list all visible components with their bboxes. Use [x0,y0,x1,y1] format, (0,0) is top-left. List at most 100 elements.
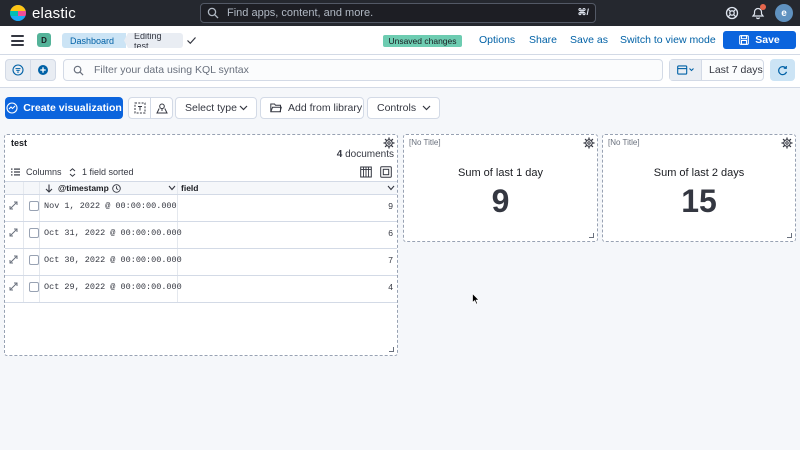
switch-to-view-mode-link[interactable]: Switch to view mode [620,34,716,46]
metric-panel-2-days[interactable]: [No Title] Sum of last 2 days 15 [602,134,796,242]
date-range-label[interactable]: Last 7 days [709,64,763,76]
column-header-field[interactable]: field [181,183,198,193]
sorted-fields-label: 1 field sorted [82,167,134,177]
expand-icon[interactable] [9,255,18,264]
metric-value: 9 [491,183,510,219]
resize-handle[interactable] [389,347,394,352]
refresh-button[interactable] [770,59,795,81]
create-visualization-label: Create visualization [23,102,122,114]
resize-handle[interactable] [589,233,594,238]
add-from-library-label: Add from library [288,102,363,114]
mouse-cursor-icon [472,293,480,305]
filter-menu-icon [12,64,24,76]
markdown-icon [134,102,146,114]
check-icon[interactable] [186,35,197,46]
controls-label: Controls [377,102,417,114]
breadcrumb-editing-test: Editing test [124,33,183,48]
save-as-link[interactable]: Save as [570,34,608,46]
table-row[interactable]: Oct 30, 2022 @ 00:00:00.000 7 [5,249,397,276]
resize-handle[interactable] [787,233,792,238]
table-row[interactable]: Nov 1, 2022 @ 00:00:00.000 9 [5,195,397,222]
notification-dot [760,4,766,10]
panel-title: [No Title] [608,138,640,147]
clock-icon [112,183,121,193]
kql-placeholder: Filter your data using KQL syntax [94,64,249,76]
query-bar: Filter your data using KQL syntax Last 7… [0,55,800,88]
add-from-library-button[interactable]: Add from library [260,97,364,119]
gear-icon[interactable] [781,137,793,149]
timestamp-cell: Oct 29, 2022 @ 00:00:00.000 [44,282,182,292]
panel-title: [No Title] [409,138,441,147]
select-type-button[interactable]: Select type [175,97,257,119]
row-checkbox[interactable] [29,255,39,265]
expand-icon[interactable] [9,201,18,210]
saved-search-panel[interactable]: test 4 documents Columns 1 field sorted … [4,134,398,356]
save-icon [739,35,750,45]
quick-add-group [128,97,173,119]
expand-icon[interactable] [9,282,18,291]
gear-icon[interactable] [583,137,595,149]
metric-panel-1-day[interactable]: [No Title] Sum of last 1 day 9 [403,134,598,242]
help-icon[interactable] [724,5,740,21]
lens-icon [6,102,18,114]
breadcrumb-dashboard[interactable]: Dashboard [62,33,126,48]
sort-descending-icon [45,184,53,193]
row-checkbox[interactable] [29,282,39,292]
timestamp-cell: Nov 1, 2022 @ 00:00:00.000 [44,201,177,211]
chevron-down-icon [239,105,248,111]
grid-toolbar: Columns 1 field sorted [5,163,397,181]
share-link[interactable]: Share [529,34,557,46]
table-row[interactable]: Oct 29, 2022 @ 00:00:00.000 4 [5,276,397,303]
add-filter-button[interactable] [30,60,55,80]
kql-search-input[interactable]: Filter your data using KQL syntax [63,59,663,81]
space-avatar[interactable]: D [37,33,51,47]
field-cell: 7 [388,255,393,265]
columns-button[interactable]: Columns [11,167,62,177]
unsaved-changes-badge: Unsaved changes [383,35,462,47]
elastic-logo-icon [10,5,26,21]
filter-button-group [5,59,56,81]
document-count: 4 documents [337,149,394,160]
brand-name: elastic [32,4,76,22]
table-row[interactable]: Oct 31, 2022 @ 00:00:00.000 6 [5,222,397,249]
add-map-button[interactable] [150,98,172,118]
search-icon [73,65,84,76]
save-button[interactable]: Save [723,31,796,49]
search-icon [207,7,219,19]
elastic-logo[interactable]: elastic [10,5,76,22]
date-picker[interactable]: Last 7 days [669,59,764,81]
controls-button[interactable]: Controls [367,97,440,119]
timestamp-cell: Oct 30, 2022 @ 00:00:00.000 [44,255,182,265]
density-icon[interactable] [360,166,372,178]
search-shortcut: ⌘/ [577,7,589,17]
columns-label: Columns [26,167,62,177]
column-header-timestamp-label: @timestamp [58,183,109,193]
data-grid: @timestamp field Nov 1, 2022 @ 00:00:00.… [5,181,397,303]
add-text-panel-button[interactable] [129,98,150,118]
create-visualization-button[interactable]: Create visualization [5,97,123,119]
user-avatar[interactable]: e [775,4,793,22]
global-search-input[interactable]: Find apps, content, and more. ⌘/ [200,3,596,23]
row-checkbox[interactable] [29,228,39,238]
panel-title: test [11,138,28,148]
column-header-timestamp[interactable]: @timestamp [45,183,121,193]
document-count-value: 4 [336,149,343,160]
expand-icon[interactable] [9,228,18,237]
chevron-down-icon[interactable] [387,185,395,191]
row-checkbox[interactable] [29,201,39,211]
chevron-down-icon [422,105,431,111]
chevron-down-icon[interactable] [168,185,176,191]
folder-open-icon [270,103,282,113]
quick-menu-button[interactable] [670,60,702,80]
field-cell: 9 [388,201,393,211]
metric-label: Sum of last 1 day [458,167,543,179]
fullscreen-icon[interactable] [380,166,392,178]
gear-icon[interactable] [383,137,395,149]
sort-fields-button[interactable]: 1 field sorted [69,167,134,177]
select-type-label: Select type [185,102,237,114]
timestamp-cell: Oct 31, 2022 @ 00:00:00.000 [44,228,182,238]
document-count-label: documents [345,149,394,160]
hamburger-menu-icon[interactable] [11,35,24,46]
saved-query-button[interactable] [6,60,30,80]
options-link[interactable]: Options [479,34,515,46]
